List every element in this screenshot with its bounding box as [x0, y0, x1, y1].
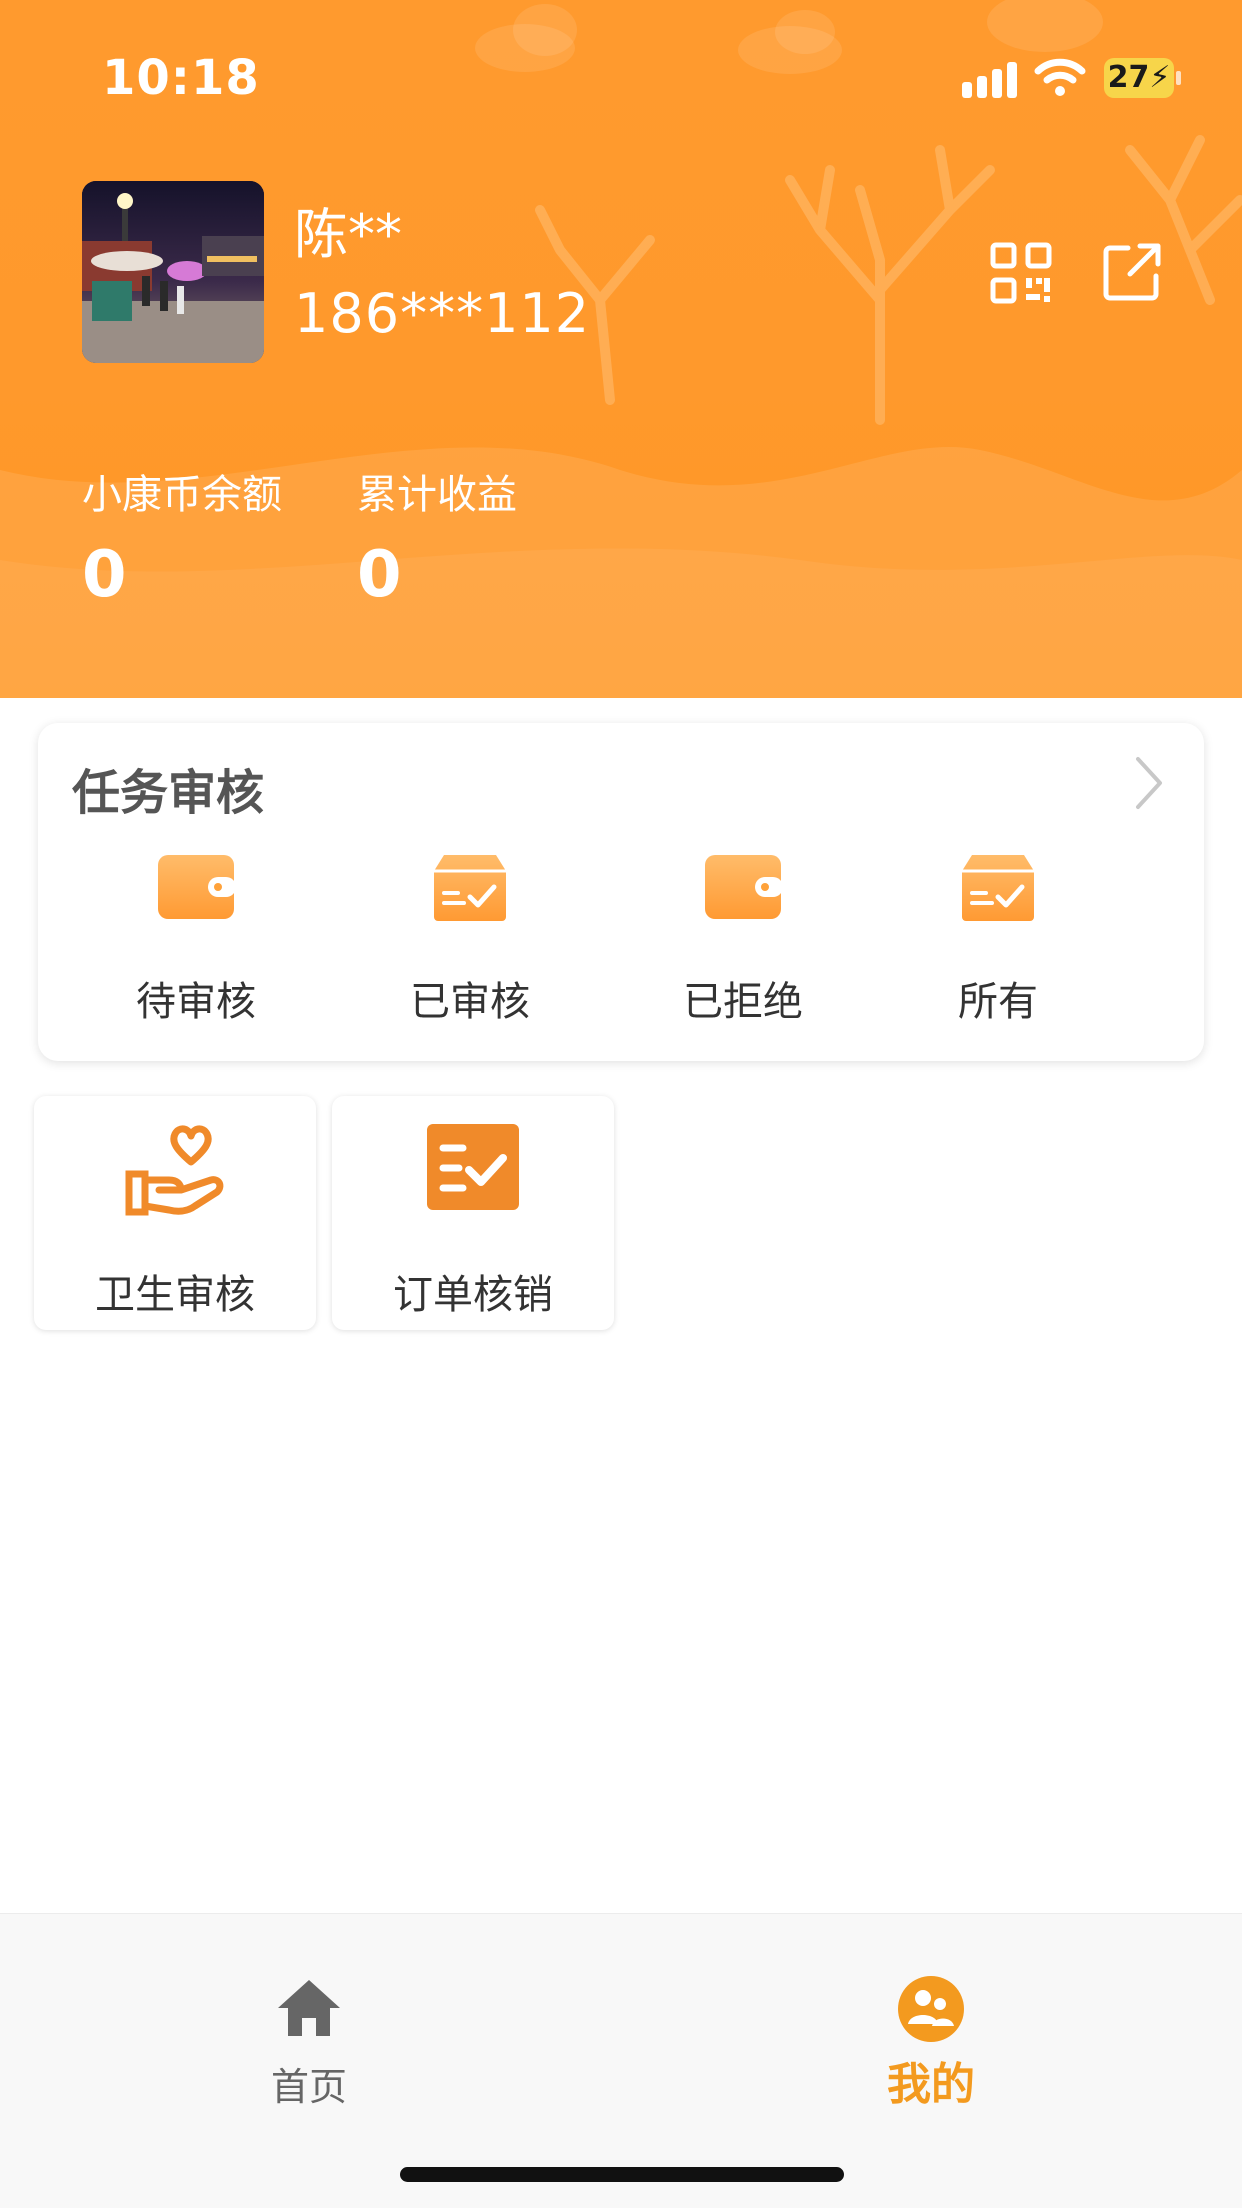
profile-header: 10:18 27⚡ 陈** 186***112 小康币余额 0 累计收益 0 — [0, 0, 1242, 698]
qr-code-icon — [990, 242, 1052, 304]
hand-heart-icon — [125, 1125, 224, 1216]
status-time: 10:18 — [102, 50, 260, 106]
profile-page: 10:18 27⚡ 陈** 186***112 小康币余额 0 累计收益 0 任… — [0, 0, 1242, 2208]
tab-home-label: 首页 — [270, 2065, 347, 2109]
user-group-icon — [898, 1976, 964, 2042]
stat-label: 小康币余额 — [82, 472, 282, 518]
stat-coin-balance: 小康币余额 0 — [82, 462, 282, 612]
task-item-approved[interactable]: 已审核 — [370, 853, 570, 1043]
stat-label: 累计收益 — [357, 472, 517, 518]
approved-box-icon — [962, 855, 1034, 921]
task-item-label: 所有 — [958, 979, 1038, 1025]
task-item-pending[interactable]: 待审核 — [96, 853, 296, 1043]
user-phone: 186***112 — [294, 282, 591, 345]
task-item-label: 已审核 — [410, 979, 530, 1025]
stat-value: 0 — [357, 538, 402, 612]
home-icon — [278, 1980, 340, 2036]
battery-indicator: 27⚡ — [1104, 58, 1182, 100]
stat-total-earnings: 累计收益 0 — [357, 462, 517, 612]
approved-box-icon — [434, 855, 506, 921]
tab-mine[interactable]: 我的 — [831, 1944, 1031, 2110]
home-indicator — [400, 2167, 844, 2182]
tile-hygiene-review[interactable]: 卫生审核 — [34, 1096, 316, 1330]
battery-level: 27⚡ — [1107, 60, 1171, 95]
task-item-label: 已拒绝 — [683, 979, 803, 1025]
cellular-signal-icon — [962, 62, 1017, 98]
task-review-card: 任务审核 待审核 已审核 已拒绝 所有 — [38, 723, 1204, 1061]
share-button[interactable] — [1100, 240, 1164, 304]
tile-label: 卫生审核 — [95, 1272, 255, 1318]
tab-home[interactable]: 首页 — [209, 1944, 409, 2109]
tile-order-verification[interactable]: 订单核销 — [332, 1096, 614, 1330]
wallet-icon — [158, 855, 236, 919]
qr-code-button[interactable] — [990, 242, 1052, 304]
task-item-rejected[interactable]: 已拒绝 — [643, 853, 843, 1043]
wifi-icon — [1034, 58, 1086, 96]
avatar[interactable] — [82, 181, 264, 363]
battery-nub — [1176, 71, 1181, 85]
bottom-tab-bar: 首页 我的 — [0, 1913, 1242, 2208]
wallet-icon — [705, 855, 783, 919]
task-item-label: 待审核 — [136, 979, 256, 1025]
external-link-icon — [1103, 243, 1161, 301]
user-name: 陈** — [294, 203, 402, 266]
night-street-photo-icon — [82, 181, 264, 363]
status-bar: 10:18 27⚡ — [0, 0, 1242, 150]
chevron-right-icon[interactable] — [1130, 753, 1166, 813]
stat-value: 0 — [82, 538, 127, 612]
checklist-icon — [427, 1124, 519, 1210]
task-review-title[interactable]: 任务审核 — [72, 753, 264, 823]
tile-label: 订单核销 — [393, 1272, 553, 1318]
task-item-all[interactable]: 所有 — [898, 853, 1098, 1043]
tab-mine-label: 我的 — [887, 2059, 975, 2110]
